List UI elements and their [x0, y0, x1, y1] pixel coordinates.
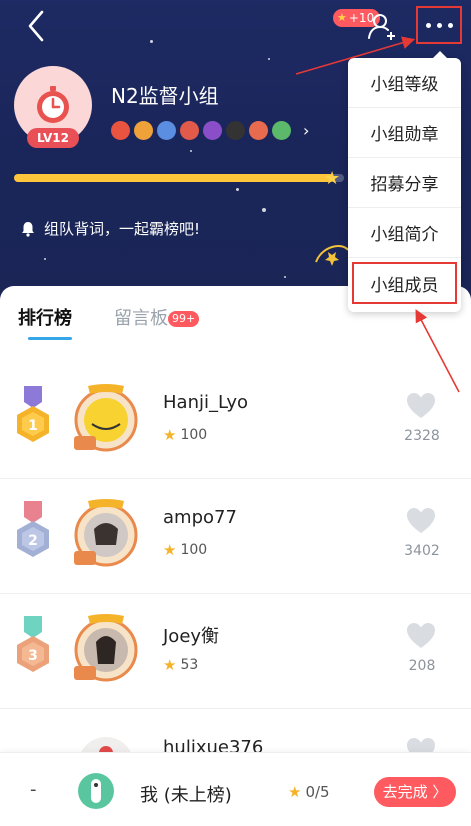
- silver-medal-icon: 2: [17, 501, 49, 557]
- my-status-label: 我 (未上榜): [140, 785, 232, 806]
- user-name: ampo77: [163, 507, 237, 528]
- like-count: 3402: [404, 543, 440, 559]
- tab-leaderboard[interactable]: 排行榜: [18, 304, 72, 340]
- back-arrow-icon[interactable]: [22, 8, 52, 44]
- gold-medal-icon: 1: [17, 386, 49, 442]
- menu-item-recruit-share[interactable]: 招募分享: [348, 158, 461, 208]
- medal-icon: [180, 121, 199, 140]
- progress-fill: [14, 174, 335, 182]
- user-score: ★ 100: [163, 541, 208, 559]
- star-decoration: [190, 150, 192, 152]
- menu-item-group-members[interactable]: 小组成员: [348, 258, 461, 308]
- star-icon: ★: [163, 426, 177, 444]
- stopwatch-icon: [37, 86, 69, 123]
- star-icon: ★: [288, 783, 302, 801]
- star-icon: ★: [324, 168, 341, 189]
- rank-number: 1: [28, 418, 38, 434]
- my-task-progress: ★ 0/5: [288, 783, 330, 801]
- star-decoration: [150, 40, 153, 43]
- group-name: N2监督小组: [111, 84, 219, 108]
- my-rank: -: [30, 779, 37, 800]
- user-avatar[interactable]: [72, 614, 140, 682]
- tab-message-board[interactable]: 留言板 99+: [114, 304, 200, 330]
- medal-icon: [134, 121, 153, 140]
- star-icon: ★: [337, 11, 347, 24]
- user-score: ★ 53: [163, 656, 199, 674]
- medal-icon: [249, 121, 268, 140]
- more-dots-icon: [425, 22, 431, 28]
- star-icon: ★: [163, 541, 177, 559]
- group-level-badge: LV12: [27, 128, 79, 148]
- leaderboard-row[interactable]: 2 ampo77 ★ 100 3402: [0, 479, 471, 594]
- menu-item-group-medals[interactable]: 小组勋章: [348, 108, 461, 158]
- user-avatar[interactable]: [72, 499, 140, 567]
- star-icon: ★: [163, 656, 177, 674]
- medal-icon: [226, 121, 245, 140]
- unread-badge: 99+: [168, 311, 200, 327]
- tab-bar: 排行榜 留言板 99+: [18, 304, 200, 340]
- like-count: 208: [408, 658, 436, 674]
- rank-number: 2: [28, 533, 38, 549]
- bell-icon: [22, 221, 34, 237]
- user-name: Joey衡: [163, 626, 220, 647]
- user-avatar-icon: [91, 779, 101, 803]
- medal-icon: [272, 121, 291, 140]
- like-heart-icon[interactable]: [406, 392, 436, 420]
- menu-item-group-intro[interactable]: 小组简介: [348, 208, 461, 258]
- like-count: 2328: [404, 428, 440, 444]
- user-score: ★ 100: [163, 426, 208, 444]
- user-name: Hanji_Lyo: [163, 392, 249, 413]
- more-options-button[interactable]: [416, 6, 462, 44]
- planet-decoration: [315, 245, 349, 266]
- star-decoration: [284, 276, 286, 278]
- group-motto: 组队背词，一起霸榜吧!: [20, 218, 200, 239]
- star-decoration: [44, 258, 46, 260]
- like-heart-icon[interactable]: [406, 507, 436, 535]
- chevron-right-icon: ›: [303, 121, 310, 140]
- add-member-icon[interactable]: [366, 10, 398, 42]
- star-decoration: [262, 208, 266, 212]
- medal-icon: [111, 121, 130, 140]
- user-avatar[interactable]: [72, 384, 140, 452]
- complete-task-button[interactable]: 去完成 〉: [374, 777, 456, 807]
- medal-row[interactable]: ›: [111, 121, 309, 140]
- leaderboard-panel: 排行榜 留言板 99+ 1 Hanji_Lyo ★ 100 2328 2 amp…: [0, 286, 471, 826]
- my-rank-bar: - 我 (未上榜) ★ 0/5 去完成 〉: [0, 752, 471, 826]
- leaderboard-row[interactable]: 1 Hanji_Lyo ★ 100 2328: [0, 364, 471, 479]
- medal-icon: [157, 121, 176, 140]
- medal-icon: [203, 121, 222, 140]
- leaderboard-row[interactable]: 3 Joey衡 ★ 53 208: [0, 594, 471, 709]
- menu-item-group-level[interactable]: 小组等级: [348, 58, 461, 108]
- options-dropdown-menu: 小组等级 小组勋章 招募分享 小组简介 小组成员: [348, 51, 461, 312]
- my-avatar[interactable]: [78, 773, 114, 809]
- rank-number: 3: [28, 648, 38, 664]
- star-decoration: [236, 188, 239, 191]
- like-heart-icon[interactable]: [406, 622, 436, 650]
- star-decoration: [268, 58, 270, 60]
- bronze-medal-icon: 3: [17, 616, 49, 672]
- group-progress-bar: [14, 174, 344, 182]
